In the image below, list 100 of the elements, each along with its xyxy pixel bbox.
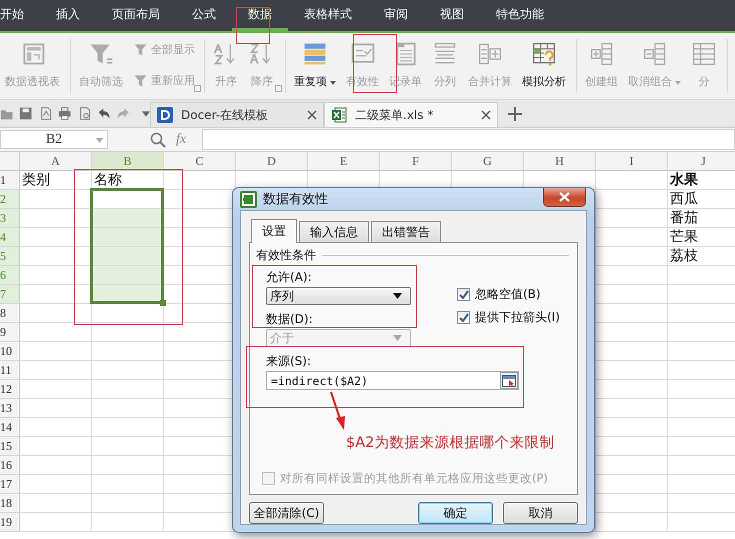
dialog-button[interactable]: 全部清除(C) [249, 502, 324, 524]
table-cell [596, 513, 668, 532]
dialog-tab[interactable]: 出错警告 [371, 221, 441, 242]
table-cell [20, 380, 92, 399]
row-header[interactable]: 2 [0, 190, 20, 209]
export-pdf-icon[interactable] [38, 106, 52, 121]
row-header[interactable]: 12 [0, 380, 20, 399]
dropdown[interactable]: 序列 [266, 287, 411, 305]
ribbon-button[interactable]: 模拟分析 [517, 39, 571, 93]
table-cell [92, 266, 164, 285]
dialog-button[interactable]: 取消 [503, 502, 578, 524]
table-cell [596, 399, 668, 418]
menu-tab[interactable]: 公式 [176, 0, 232, 31]
column-header[interactable]: A [20, 152, 92, 171]
range-select-button[interactable] [500, 372, 518, 389]
print-preview-icon[interactable] [78, 106, 92, 121]
table-cell: 荔枝 [668, 247, 735, 266]
document-tab[interactable]: 二级菜单.xls * [324, 102, 498, 127]
dialog-title: 数据有效性 [263, 191, 328, 208]
row-header[interactable]: 16 [0, 456, 20, 475]
table-cell [164, 171, 236, 190]
checkbox[interactable] [457, 288, 470, 301]
name-box[interactable]: B2 [0, 130, 108, 149]
menu-tab[interactable]: 特色功能 [480, 0, 560, 31]
row-header[interactable]: 13 [0, 399, 20, 418]
checkbox[interactable] [457, 311, 470, 324]
row-header[interactable]: 14 [0, 418, 20, 437]
table-cell: 名称 [92, 171, 164, 190]
ribbon-button[interactable]: 重复项 [289, 39, 341, 93]
checkbox-label: 对所有同样设置的其他所有单元格应用这些更改(P) [280, 471, 548, 486]
table-cell [596, 456, 668, 475]
column-header[interactable]: E [308, 152, 380, 171]
formula-input[interactable] [202, 129, 735, 150]
table-cell [20, 304, 92, 323]
dialog-tab[interactable]: 输入信息 [299, 221, 369, 242]
table-cell [596, 418, 668, 437]
menu-tab[interactable]: 页面布局 [96, 0, 176, 31]
row-header[interactable]: 10 [0, 342, 20, 361]
row-header[interactable]: 18 [0, 494, 20, 513]
magnifier-icon[interactable] [150, 132, 166, 148]
dialog-tab[interactable]: 设置 [251, 219, 297, 243]
undo-icon[interactable] [97, 106, 111, 121]
range-select-icon [502, 374, 516, 386]
close-icon [559, 192, 570, 202]
column-header[interactable]: I [596, 152, 668, 171]
merge-sheets-icon [477, 41, 503, 67]
column-header[interactable]: H [524, 152, 596, 171]
column-header[interactable]: C [164, 152, 236, 171]
checkbox-label: 提供下拉箭头(I) [475, 310, 560, 325]
table-cell [596, 209, 668, 228]
dialog-button[interactable]: 确定 [418, 502, 493, 524]
menu-tab[interactable]: 审阅 [368, 0, 424, 31]
table-cell: 类别 [20, 171, 92, 190]
row-header[interactable]: 6 [0, 266, 20, 285]
close-icon[interactable] [481, 110, 491, 120]
table-cell [20, 361, 92, 380]
menu-tab[interactable]: 视图 [424, 0, 480, 31]
launcher-icon[interactable] [194, 85, 201, 92]
row-header[interactable]: 4 [0, 228, 20, 247]
table-cell [596, 171, 668, 190]
table-cell [596, 437, 668, 456]
table-cell [596, 361, 668, 380]
table-cell [20, 418, 92, 437]
row-header[interactable]: 11 [0, 361, 20, 380]
source-field[interactable]: =indirect($A2) [266, 371, 519, 390]
document-tab[interactable]: Docer-在线模板 [150, 102, 324, 127]
row-header[interactable]: 9 [0, 323, 20, 342]
table-cell [596, 266, 668, 285]
row-header[interactable]: 17 [0, 475, 20, 494]
print-icon[interactable] [58, 106, 72, 121]
row-header[interactable]: 7 [0, 285, 20, 304]
table-cell [20, 494, 92, 513]
menu-tab[interactable]: 插入 [40, 0, 96, 31]
row-header[interactable]: 19 [0, 513, 20, 532]
caret-icon [393, 293, 402, 299]
menu-tab[interactable]: 开始 [0, 0, 40, 31]
outline-icon [691, 41, 717, 67]
row-header[interactable]: 8 [0, 304, 20, 323]
row-header[interactable]: 1 [0, 171, 20, 190]
duplicates-table-icon [302, 41, 328, 67]
table-cell: 番茄 [668, 209, 735, 228]
table-cell [596, 228, 668, 247]
menu-tab[interactable]: 表格样式 [288, 0, 368, 31]
save-icon[interactable] [19, 106, 33, 121]
column-header[interactable]: F [380, 152, 452, 171]
row-header[interactable]: 3 [0, 209, 20, 228]
annotation-box [236, 7, 270, 44]
column-header[interactable]: D [236, 152, 308, 171]
table-cell [92, 247, 164, 266]
close-button[interactable] [543, 188, 586, 207]
field-label: 数据(D): [266, 312, 314, 327]
row-header[interactable]: 5 [0, 247, 20, 266]
caret-icon[interactable] [142, 110, 150, 116]
close-icon[interactable] [307, 110, 317, 120]
caret-icon [393, 335, 402, 341]
column-header[interactable]: G [452, 152, 524, 171]
table-cell [596, 342, 668, 361]
row-header[interactable]: 15 [0, 437, 20, 456]
launcher-icon[interactable] [275, 85, 282, 92]
column-header[interactable]: J [668, 152, 735, 171]
